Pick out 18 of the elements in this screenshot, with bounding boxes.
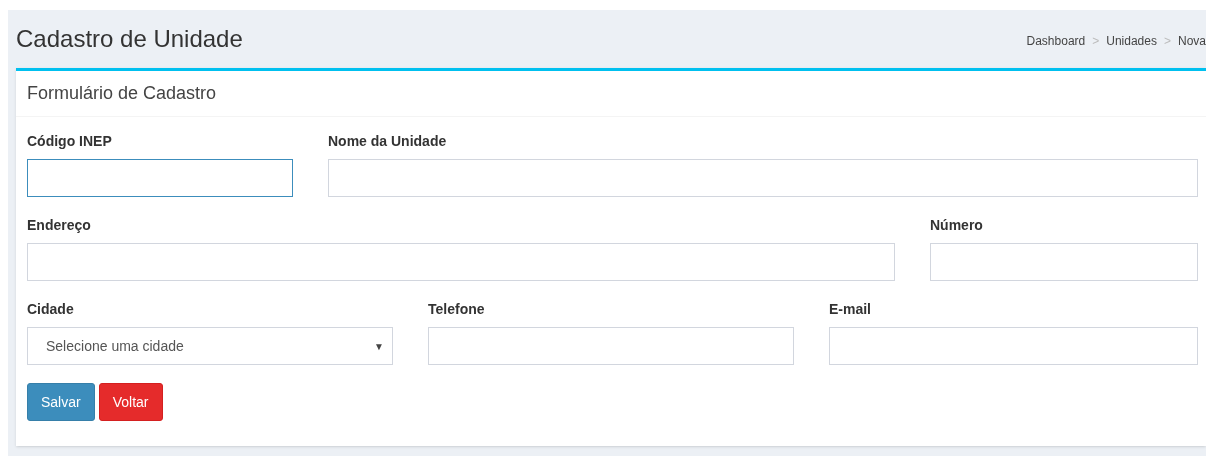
breadcrumb-link[interactable]: Nova — [1178, 32, 1206, 50]
field-label: Número — [930, 216, 984, 235]
field-label: Nome da Unidade — [328, 132, 448, 151]
field-label: Cidade — [27, 300, 75, 319]
card-title: Formulário de Cadastro — [27, 82, 217, 105]
field-label: Telefone — [428, 300, 486, 319]
breadcrumb-separator: > — [1092, 33, 1100, 50]
city-select[interactable]: Selecione uma cidade ▼ — [27, 327, 393, 365]
back-button[interactable]: Voltar — [98, 383, 163, 421]
page-title: Cadastro de Unidade — [16, 24, 243, 54]
field-label: Código INEP — [27, 132, 113, 151]
save-button[interactable]: Salvar — [27, 383, 95, 421]
breadcrumb-link[interactable]: Dashboard — [1026, 32, 1086, 50]
breadcrumb-link[interactable]: Unidades — [1106, 32, 1157, 50]
input-field[interactable] — [27, 159, 293, 197]
field-label: E-mail — [829, 300, 872, 319]
breadcrumb-separator: > — [1163, 33, 1171, 50]
field-label: Endereço — [27, 216, 92, 235]
